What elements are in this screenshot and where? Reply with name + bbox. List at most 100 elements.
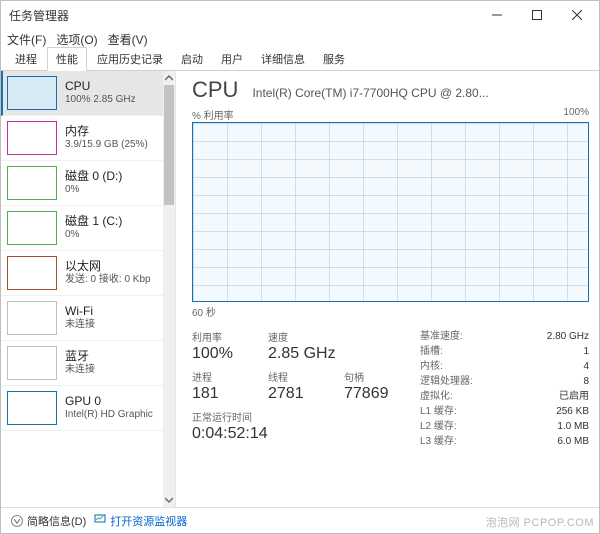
- tab-users[interactable]: 用户: [213, 48, 251, 70]
- minimize-button[interactable]: [477, 1, 517, 29]
- content: CPU100% 2.85 GHz内存3.9/15.9 GB (25%)磁盘 0 …: [1, 71, 599, 507]
- sidebar-item--[interactable]: 内存3.9/15.9 GB (25%): [1, 116, 163, 161]
- sidebar-item--0-d-[interactable]: 磁盘 0 (D:)0%: [1, 161, 163, 206]
- spec-value: 8: [583, 374, 589, 389]
- spec-row: 虚拟化: 已启用: [420, 389, 589, 404]
- sidebar-item-wi-fi[interactable]: Wi-Fi未连接: [1, 296, 163, 341]
- sidebar-item--[interactable]: 蓝牙未连接: [1, 341, 163, 386]
- sidebar-item-title: 蓝牙: [65, 349, 95, 364]
- uptime-label: 正常运行时间: [192, 409, 400, 424]
- sidebar-item-sub: 0%: [65, 229, 122, 242]
- tab-apphistory[interactable]: 应用历史记录: [89, 48, 171, 70]
- sidebar-item-sub: Intel(R) HD Graphic: [65, 409, 153, 422]
- main-panel: CPU Intel(R) Core(TM) i7-7700HQ CPU @ 2.…: [176, 71, 599, 507]
- scroll-thumb[interactable]: [164, 85, 174, 205]
- scroll-down-icon[interactable]: [163, 493, 175, 507]
- sidebar-item-sub: 发送: 0 接收: 0 Kbp: [65, 274, 151, 287]
- sidebar-item--[interactable]: 以太网发送: 0 接收: 0 Kbp: [1, 251, 163, 296]
- sidebar-item-sub: 100% 2.85 GHz: [65, 94, 136, 107]
- stat-value: 181: [192, 384, 248, 403]
- spec-row: 内核: 4: [420, 359, 589, 374]
- spec-key: 逻辑处理器:: [420, 374, 473, 389]
- tab-startup[interactable]: 启动: [173, 48, 211, 70]
- open-resource-monitor-label: 打开资源监视器: [110, 513, 187, 529]
- fewer-details-label: 简略信息(D): [27, 513, 86, 529]
- spec-value: 1.0 MB: [557, 419, 589, 434]
- sidebar-item-sub: 0%: [65, 184, 122, 197]
- sidebar-thumb: [7, 166, 57, 200]
- fewer-details-button[interactable]: 简略信息(D): [11, 513, 86, 529]
- sidebar-item--1-c-[interactable]: 磁盘 1 (C:)0%: [1, 206, 163, 251]
- sidebar-item-sub: 3.9/15.9 GB (25%): [65, 139, 148, 152]
- sidebar-thumb: [7, 211, 57, 245]
- chart-top-label: % 利用率: [192, 107, 234, 122]
- sidebar-thumb: [7, 121, 57, 155]
- titlebar[interactable]: 任务管理器: [1, 1, 599, 29]
- close-button[interactable]: [557, 1, 597, 29]
- window-title: 任务管理器: [9, 7, 477, 24]
- sidebar-item-title: 磁盘 0 (D:): [65, 169, 122, 184]
- tab-processes[interactable]: 进程: [7, 48, 45, 70]
- spec-row: L1 缓存: 256 KB: [420, 404, 589, 419]
- spec-key: L2 缓存:: [420, 419, 457, 434]
- spec-key: 插槽:: [420, 344, 443, 359]
- tab-services[interactable]: 服务: [315, 48, 353, 70]
- sidebar-item-title: 内存: [65, 124, 148, 139]
- sidebar-thumb: [7, 76, 57, 110]
- chevron-down-icon: [11, 515, 23, 527]
- tab-details[interactable]: 详细信息: [253, 48, 313, 70]
- stats: 利用率100% 速度2.85 GHz 进程181 线程2781 句柄77869 正常运行…: [192, 329, 589, 449]
- watermark: 泡泡网 PCPOP.COM: [486, 514, 594, 530]
- stat-label: 句柄: [344, 369, 400, 384]
- chart-top-right: 100%: [563, 107, 589, 122]
- sidebar: CPU100% 2.85 GHz内存3.9/15.9 GB (25%)磁盘 0 …: [1, 71, 176, 507]
- maximize-button[interactable]: [517, 1, 557, 29]
- spec-row: 基准速度:2.80 GHz: [420, 329, 589, 344]
- sidebar-item-title: CPU: [65, 79, 136, 94]
- open-resource-monitor-link[interactable]: 打开资源监视器: [94, 513, 187, 529]
- spec-key: L3 缓存:: [420, 434, 457, 449]
- spec-row: L3 缓存: 6.0 MB: [420, 434, 589, 449]
- stat-label: 进程: [192, 369, 248, 384]
- resource-subtitle: Intel(R) Core(TM) i7-7700HQ CPU @ 2.80..…: [252, 86, 589, 100]
- spec-value: 6.0 MB: [557, 434, 589, 449]
- stat-value: 2781: [268, 384, 324, 403]
- chart-bottom-left: 60 秒: [192, 308, 216, 319]
- scroll-up-icon[interactable]: [163, 71, 175, 85]
- stat-value: 100%: [192, 344, 248, 363]
- sidebar-item-sub: 未连接: [65, 364, 95, 377]
- menubar: 文件(F) 选项(O) 查看(V): [1, 29, 599, 49]
- cpu-usage-chart[interactable]: [192, 122, 589, 302]
- spec-row: 逻辑处理器: 8: [420, 374, 589, 389]
- menu-options[interactable]: 选项(O): [56, 31, 97, 48]
- stat-label: 速度: [268, 329, 336, 344]
- resource-title: CPU: [192, 77, 238, 103]
- uptime-value: 0:04:52:14: [192, 424, 400, 443]
- spec-value: 4: [583, 359, 589, 374]
- tabbar: 进程 性能 应用历史记录 启动 用户 详细信息 服务: [1, 49, 599, 71]
- sidebar-item-title: Wi-Fi: [65, 304, 95, 319]
- sidebar-scrollbar[interactable]: [163, 71, 175, 507]
- sidebar-item-sub: 未连接: [65, 319, 95, 332]
- menu-file[interactable]: 文件(F): [7, 31, 46, 48]
- sidebar-item-gpu-0[interactable]: GPU 0Intel(R) HD Graphic: [1, 386, 163, 431]
- monitor-icon: [94, 513, 106, 528]
- stat-label: 线程: [268, 369, 324, 384]
- sidebar-item-cpu[interactable]: CPU100% 2.85 GHz: [1, 71, 163, 116]
- sidebar-item-title: GPU 0: [65, 394, 153, 409]
- stat-value: 2.85 GHz: [268, 344, 336, 363]
- spec-value: 256 KB: [556, 404, 589, 419]
- stat-value: 77869: [344, 384, 400, 403]
- menu-view[interactable]: 查看(V): [108, 31, 148, 48]
- spec-key: 虚拟化:: [420, 389, 453, 404]
- task-manager-window: 任务管理器 文件(F) 选项(O) 查看(V) 进程 性能 应用历史记录 启动 …: [0, 0, 600, 534]
- sidebar-thumb: [7, 301, 57, 335]
- spec-key: 内核:: [420, 359, 443, 374]
- spec-value: 已启用: [559, 389, 589, 404]
- spec-row: L2 缓存: 1.0 MB: [420, 419, 589, 434]
- sidebar-item-title: 磁盘 1 (C:): [65, 214, 122, 229]
- stat-label: 利用率: [192, 329, 248, 344]
- tab-performance[interactable]: 性能: [47, 47, 87, 71]
- spec-key: L1 缓存:: [420, 404, 457, 419]
- spec-value: 1: [583, 344, 589, 359]
